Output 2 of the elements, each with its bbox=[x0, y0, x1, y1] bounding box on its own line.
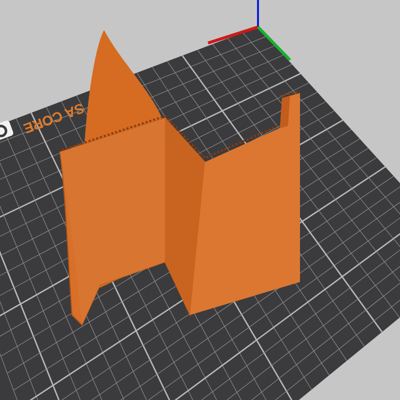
bed-label: SA CORE bbox=[22, 100, 86, 137]
bed-logo-icon bbox=[0, 120, 14, 142]
